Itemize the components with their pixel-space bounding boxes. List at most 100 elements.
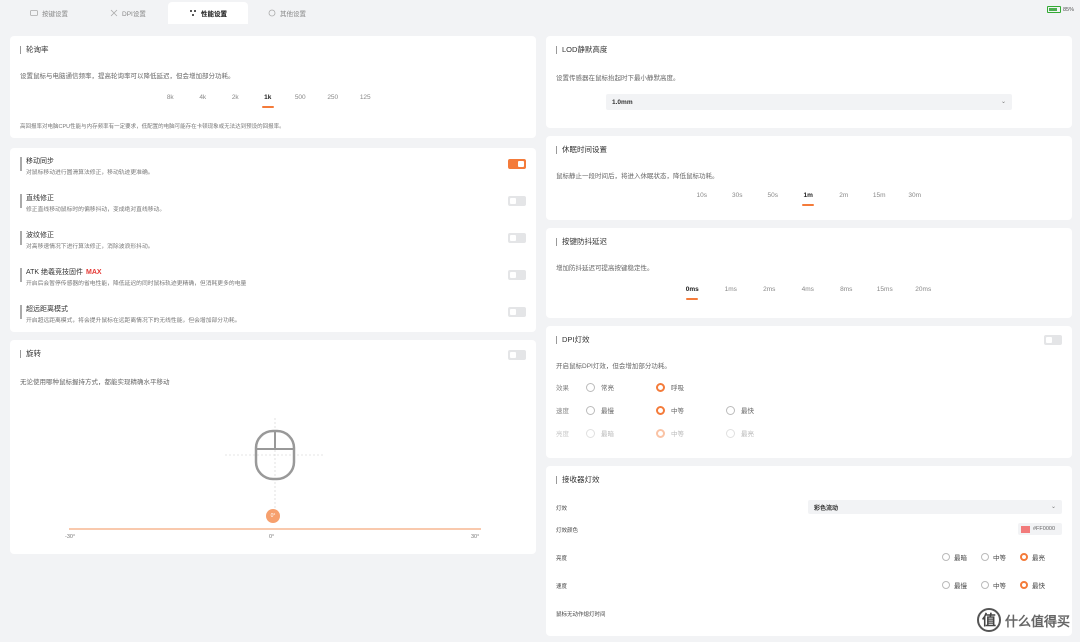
radio-option[interactable]: 中等 xyxy=(656,405,726,415)
dpi-light-toggle[interactable] xyxy=(1044,335,1062,345)
watermark-text: 什么值得买 xyxy=(1004,613,1070,629)
radio-option[interactable]: 最暗 xyxy=(586,428,656,438)
color-label: 灯效颜色 xyxy=(556,528,579,534)
feature-title: ATK 绝羲竞技固件 MAX xyxy=(26,267,102,277)
feature-toggle[interactable] xyxy=(508,233,526,243)
radio-option[interactable]: 中等 xyxy=(981,552,1006,562)
radio-label: 最快 xyxy=(1032,583,1045,590)
radio-icon xyxy=(656,382,665,392)
radio-option[interactable]: 中等 xyxy=(656,428,726,438)
max-badge: MAX xyxy=(86,269,102,276)
radio-option[interactable]: 最慢 xyxy=(942,580,967,590)
polling-rate-option[interactable]: 125 xyxy=(349,94,382,101)
tab-dpi-settings[interactable]: DPI设置 xyxy=(110,2,170,24)
feature-title-text: 波纹修正 xyxy=(26,232,54,239)
polling-rate-option[interactable]: 2k xyxy=(219,94,252,101)
section-title: 旋转 xyxy=(20,350,41,358)
debounce-option[interactable]: 0ms xyxy=(673,286,712,293)
polling-rate-option[interactable]: 4k xyxy=(187,94,220,101)
feature-title: 波纹修正 xyxy=(26,230,54,240)
dpi-light-row: 效果 常亮 呼吸 xyxy=(556,382,726,392)
feature-toggles-card: 移动同步 对鼠标移动进行圆滑算法修正，移动轨迹更准确。 直线修正 修正直线移动鼠标时的… xyxy=(10,148,536,332)
watermark: 值 什么值得买 xyxy=(976,608,1070,632)
radio-label: 最暗 xyxy=(954,555,967,562)
section-title: 按键防抖延迟 xyxy=(556,238,607,246)
polling-rate-option[interactable]: 8k xyxy=(154,94,187,101)
radio-option[interactable]: 最亮 xyxy=(1020,552,1045,562)
sleep-time-option[interactable]: 10s xyxy=(684,192,720,199)
color-picker[interactable]: #FF0000 xyxy=(1018,523,1062,535)
lod-select[interactable]: 1.0mm ⌄ xyxy=(606,94,1012,110)
crosshair-icon xyxy=(110,9,118,17)
polling-rate-card: 轮询率 设置鼠标与电脑通信频率，提高轮询率可以降低延迟，但会增加部分功耗。 8k… xyxy=(10,36,536,138)
debounce-option[interactable]: 15ms xyxy=(866,286,905,293)
sleep-time-option[interactable]: 1m xyxy=(791,192,827,199)
polling-rate-option[interactable]: 1k xyxy=(252,94,285,101)
sleep-time-option[interactable]: 30s xyxy=(720,192,756,199)
polling-rate-option[interactable]: 250 xyxy=(317,94,350,101)
feature-toggle[interactable] xyxy=(508,270,526,280)
sleep-time-option[interactable]: 15m xyxy=(862,192,898,199)
radio-label: 中等 xyxy=(993,555,1006,562)
debounce-options: 0ms 1ms 2ms 4ms 8ms 15ms 20ms xyxy=(673,286,943,293)
dpi-light-desc: 开启鼠标DPI灯效，但会增加部分功耗。 xyxy=(556,363,671,370)
tab-other-settings[interactable]: 其他设置 xyxy=(268,2,328,24)
radio-label: 最慢 xyxy=(954,583,967,590)
rotation-toggle[interactable] xyxy=(508,350,526,360)
radio-label: 最快 xyxy=(741,408,754,415)
receiver-speed-options: 最慢 中等 最快 xyxy=(932,580,1045,590)
radio-label: 中等 xyxy=(993,583,1006,590)
sleep-time-option[interactable]: 2m xyxy=(826,192,862,199)
radio-option[interactable]: 最暗 xyxy=(942,552,967,562)
feature-desc: 对高移速情况下进行算法修正，消除波浪形抖动。 xyxy=(26,244,154,250)
tab-label: 性能设置 xyxy=(201,11,227,18)
feature-toggle[interactable] xyxy=(508,196,526,206)
effect-select[interactable]: 彩色流动 ⌄ xyxy=(808,500,1062,514)
row-marker xyxy=(20,157,22,171)
feature-title: 超远距离模式 xyxy=(26,304,68,314)
color-value: #FF0000 xyxy=(1033,526,1056,532)
radio-option[interactable]: 呼吸 xyxy=(656,382,726,392)
feature-toggle[interactable] xyxy=(508,307,526,317)
row-label: 效果 xyxy=(556,385,569,392)
feature-toggle[interactable] xyxy=(508,159,526,169)
section-title: DPI灯效 xyxy=(556,336,590,344)
radio-option[interactable]: 最慢 xyxy=(586,405,656,415)
rotation-slider-track[interactable] xyxy=(69,528,481,530)
sleep-time-option[interactable]: 30m xyxy=(897,192,933,199)
radio-option[interactable]: 常亮 xyxy=(586,382,656,392)
radio-label: 最慢 xyxy=(601,408,614,415)
sleep-time-card: 休眠时间设置 鼠标静止一段时间后，将进入休眠状态，降低鼠标功耗。 10s 30s 5… xyxy=(546,136,1072,220)
radio-option[interactable]: 最快 xyxy=(726,405,796,415)
rotation-mid-label: 0° xyxy=(269,534,275,540)
tab-key-settings[interactable]: 按键设置 xyxy=(30,2,90,24)
dpi-light-card: DPI灯效 开启鼠标DPI灯效，但会增加部分功耗。 效果 常亮 呼吸 速度 最慢 中等 最快… xyxy=(546,326,1072,458)
feature-title: 移动同步 xyxy=(26,156,54,166)
feature-desc: 对鼠标移动进行圆滑算法修正，移动轨迹更准确。 xyxy=(26,170,154,176)
feature-desc: 开启后会暂停传感器的省电性能，降低延迟的同时鼠标轨迹更精确，但消耗更多的电量 xyxy=(26,281,247,287)
radio-icon xyxy=(656,428,665,438)
radio-option[interactable]: 中等 xyxy=(981,580,1006,590)
debounce-option[interactable]: 20ms xyxy=(904,286,943,293)
sleep-desc: 鼠标静止一段时间后，将进入休眠状态，降低鼠标功耗。 xyxy=(556,173,719,180)
section-title: 休眠时间设置 xyxy=(556,146,607,154)
chevron-down-icon: ⌄ xyxy=(1000,99,1006,105)
radio-icon xyxy=(981,553,989,561)
tab-performance-settings[interactable]: 性能设置 xyxy=(168,2,248,24)
feature-desc: 修正直线移动鼠标时的偏移抖动，变成绝对直线移动。 xyxy=(26,207,166,213)
performance-icon xyxy=(190,10,196,16)
debounce-option[interactable]: 8ms xyxy=(827,286,866,293)
radio-option[interactable]: 最快 xyxy=(1020,580,1045,590)
radio-icon xyxy=(942,581,950,589)
radio-label: 常亮 xyxy=(601,385,614,392)
rotation-slider-thumb[interactable]: 0° xyxy=(266,509,280,523)
polling-rate-options: 8k 4k 2k 1k 500 250 125 xyxy=(154,94,382,101)
debounce-option[interactable]: 1ms xyxy=(712,286,751,293)
debounce-option[interactable]: 2ms xyxy=(750,286,789,293)
polling-rate-option[interactable]: 500 xyxy=(284,94,317,101)
debounce-option[interactable]: 4ms xyxy=(789,286,828,293)
radio-option[interactable]: 最亮 xyxy=(726,428,796,438)
sleep-time-option[interactable]: 50s xyxy=(755,192,791,199)
effect-value: 彩色流动 xyxy=(814,505,839,512)
battery-icon xyxy=(1046,6,1061,13)
